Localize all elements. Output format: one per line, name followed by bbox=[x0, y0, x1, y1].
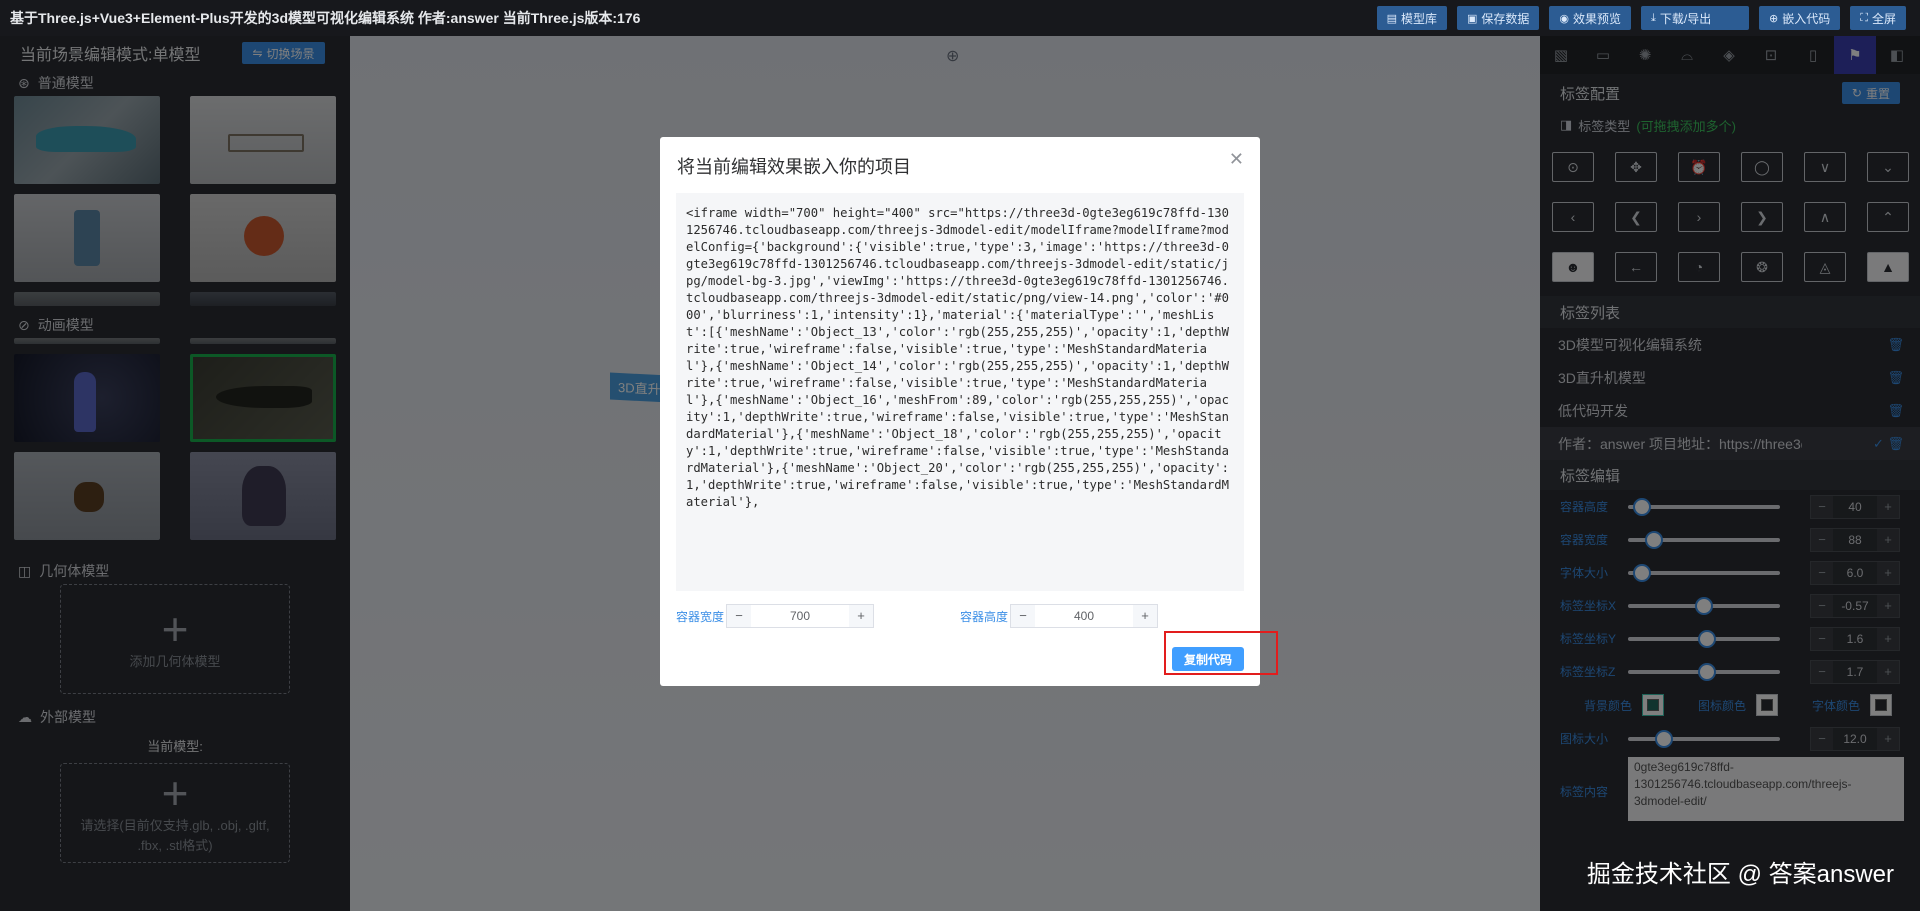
fullscreen-button[interactable]: ⛶ 全屏 bbox=[1850, 6, 1906, 30]
model-library-button[interactable]: ▤ 模型库 bbox=[1376, 6, 1447, 30]
download-icon: ⤓ bbox=[1651, 11, 1656, 24]
library-icon: ▤ bbox=[1386, 12, 1397, 25]
annotation-highlight-box bbox=[1164, 631, 1278, 675]
fullscreen-icon: ⛶ bbox=[1860, 11, 1868, 24]
embed-code-text: <iframe width="700" height="400" src="ht… bbox=[686, 206, 1229, 509]
plus-circle-icon: ⊕ bbox=[1769, 12, 1779, 25]
container-height-label: 容器高度 bbox=[960, 609, 1009, 624]
download-export-button[interactable]: ⤓ 下载/导出 bbox=[1641, 6, 1750, 30]
minus-icon[interactable]: − bbox=[727, 605, 752, 627]
embed-code-block[interactable]: <iframe width="700" height="400" src="ht… bbox=[676, 193, 1244, 591]
eye-icon: ◉ bbox=[1559, 12, 1570, 25]
top-actions: ▤ 模型库 ▣ 保存数据 ◉ 效果预览 ⤓ 下载/导出 ⊕ 嵌入代码 ⛶ 全屏 bbox=[1376, 6, 1906, 30]
save-icon: ▣ bbox=[1467, 12, 1478, 25]
watermark: 掘金技术社区 @ 答案answer bbox=[1586, 861, 1894, 888]
close-icon[interactable]: ✕ bbox=[1229, 149, 1244, 170]
embed-code-button[interactable]: ⊕ 嵌入代码 bbox=[1759, 6, 1841, 30]
plus-icon[interactable]: + bbox=[849, 605, 874, 627]
container-width-input[interactable]: − 700 + bbox=[726, 604, 875, 628]
top-bar: 基于Three.js+Vue3+Element-Plus开发的3d模型可视化编辑… bbox=[0, 0, 1920, 36]
container-height-row: 容器高度 − 400 + bbox=[960, 604, 1159, 628]
save-data-button[interactable]: ▣ 保存数据 bbox=[1457, 6, 1540, 30]
plus-icon[interactable]: + bbox=[1133, 605, 1158, 627]
dialog-title: 将当前编辑效果嵌入你的项目 bbox=[677, 157, 911, 177]
app-title: 基于Three.js+Vue3+Element-Plus开发的3d模型可视化编辑… bbox=[10, 10, 641, 26]
container-width-row: 容器宽度 − 700 + bbox=[676, 604, 875, 628]
container-width-label: 容器宽度 bbox=[676, 609, 725, 624]
minus-icon[interactable]: − bbox=[1011, 605, 1036, 627]
container-height-input[interactable]: − 400 + bbox=[1010, 604, 1159, 628]
preview-button[interactable]: ◉ 效果预览 bbox=[1549, 6, 1632, 30]
embed-code-dialog: 将当前编辑效果嵌入你的项目 ✕ <iframe width="700" heig… bbox=[660, 137, 1260, 686]
